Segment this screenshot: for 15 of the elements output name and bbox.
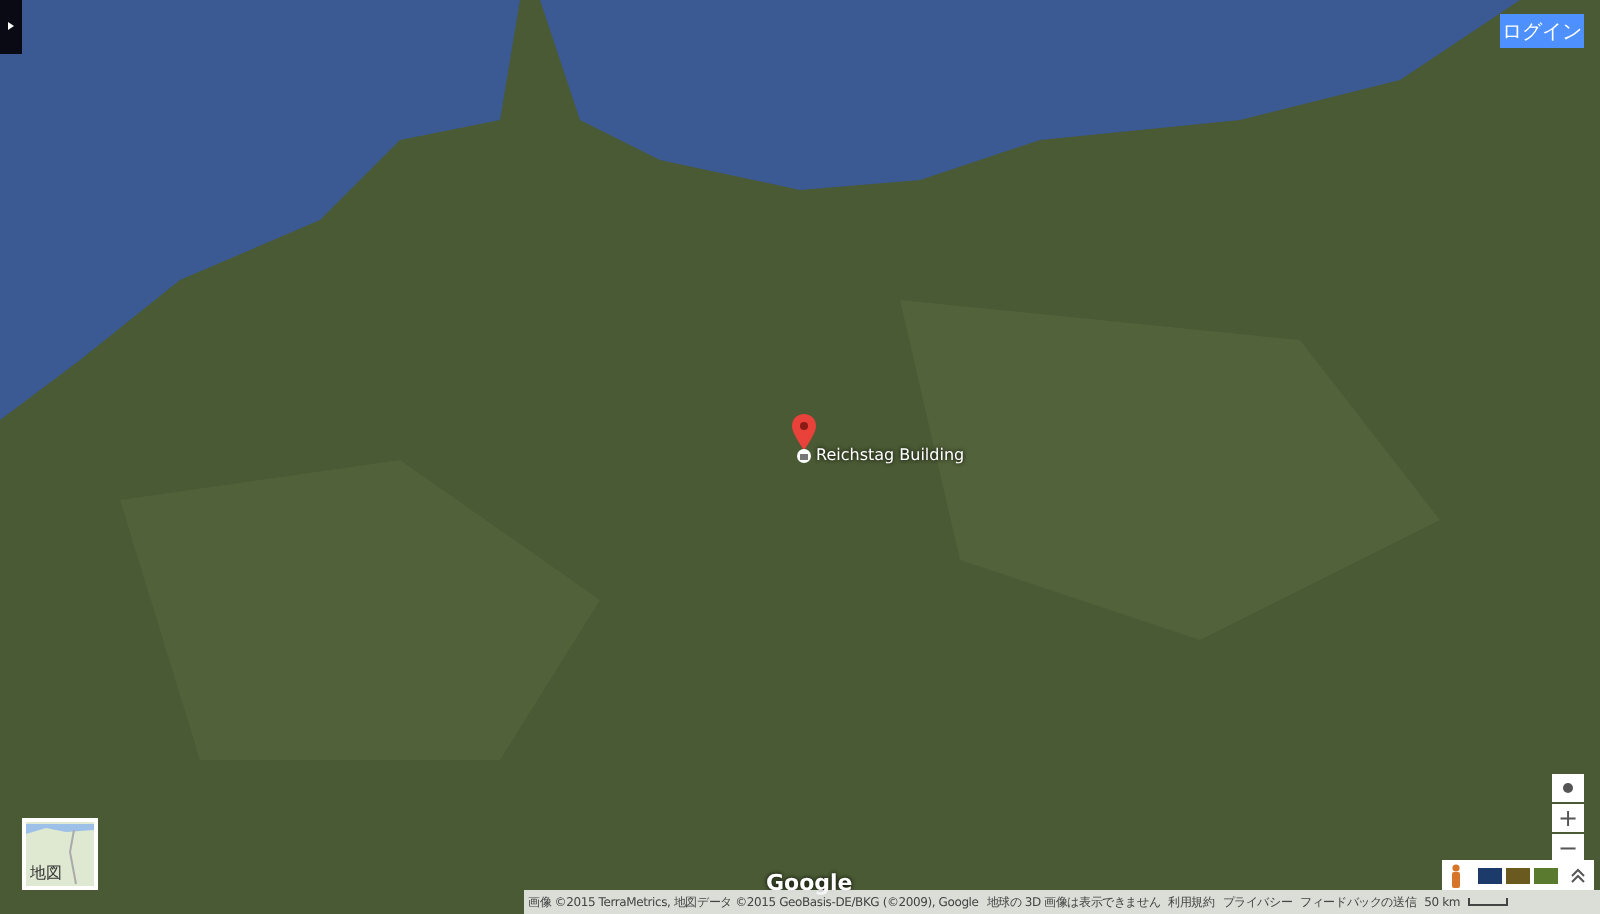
zoom-in-button[interactable]: + — [1552, 804, 1584, 832]
panel-toggle-button[interactable] — [0, 0, 22, 54]
pegman-icon[interactable] — [1450, 863, 1462, 887]
google-logo: Google — [766, 870, 853, 896]
map-view-toggle[interactable]: 地図 — [22, 818, 98, 890]
scale-bar — [1468, 898, 1509, 906]
map-thumbnail-icon — [26, 822, 94, 886]
place-label[interactable]: Reichstag Building — [816, 446, 965, 464]
landmark-icon — [796, 447, 812, 463]
my-location-button[interactable] — [1552, 774, 1584, 802]
zoom-out-button[interactable]: − — [1552, 834, 1584, 862]
map-pin-icon — [792, 414, 816, 450]
imagery-thumbnails-icon[interactable] — [1478, 867, 1558, 883]
location-icon — [1562, 782, 1574, 794]
collapse-icon[interactable] — [1570, 867, 1586, 883]
